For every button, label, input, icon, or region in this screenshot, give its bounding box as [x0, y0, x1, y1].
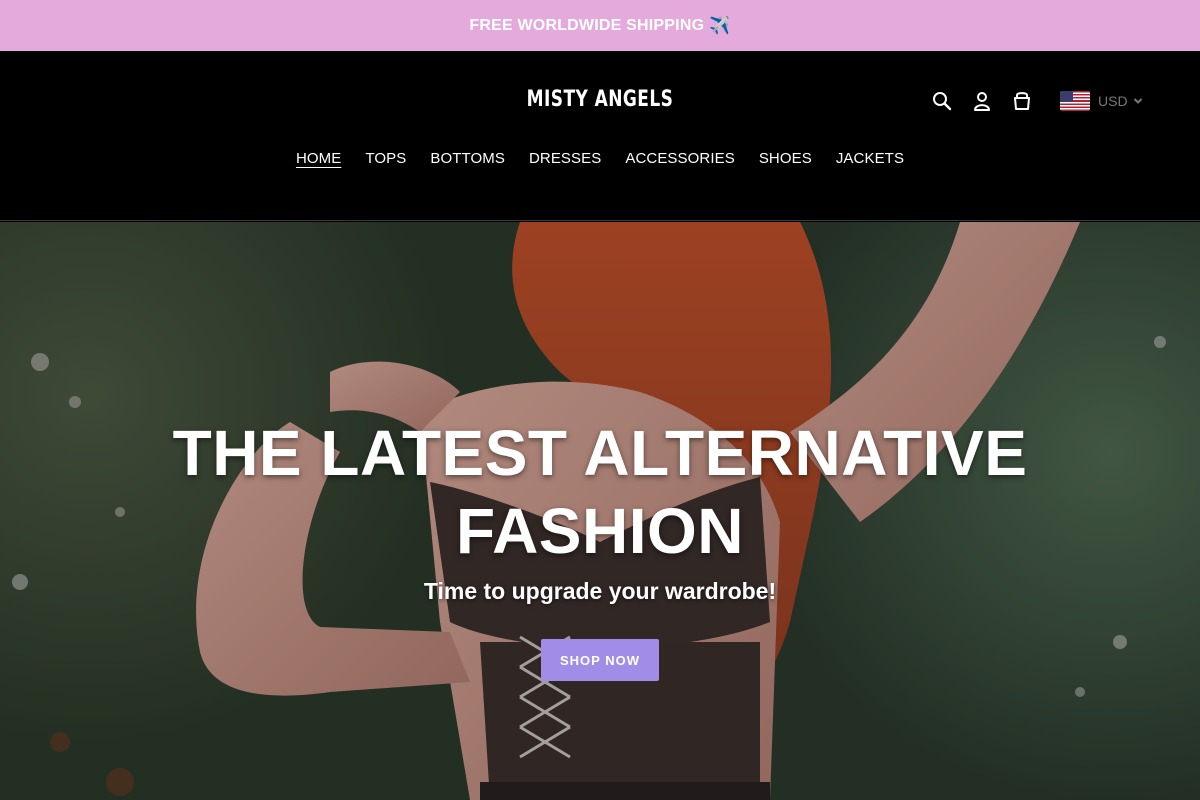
hero-subtitle: Time to upgrade your wardrobe!	[423, 578, 777, 604]
currency-code: USD	[1098, 93, 1128, 109]
nav-item-accessories[interactable]: ACCESSORIES	[625, 150, 734, 167]
us-flag-icon	[1060, 91, 1090, 111]
account-icon[interactable]	[970, 89, 994, 113]
main-navigation: HOME TOPS BOTTOMS DRESSES ACCESSORIES SH…	[0, 150, 1200, 167]
nav-item-home[interactable]: HOME	[296, 150, 341, 167]
nav-item-jackets[interactable]: JACKETS	[836, 150, 904, 167]
nav-item-tops[interactable]: TOPS	[365, 150, 406, 167]
nav-item-bottoms[interactable]: BOTTOMS	[430, 150, 505, 167]
airplane-icon: ✈️	[709, 15, 731, 35]
header-icons: USD	[930, 89, 1143, 113]
nav-item-shoes[interactable]: SHOES	[759, 150, 812, 167]
nav-item-dresses[interactable]: DRESSES	[529, 150, 601, 167]
hero-banner: THE LATEST ALTERNATIVE FASHION Time to u…	[0, 222, 1200, 800]
shop-now-button[interactable]: SHOP NOW	[541, 639, 659, 681]
site-header: MISTY ANGELS USD HOME TOPS BOTTOMS DRESS…	[0, 51, 1200, 221]
currency-selector[interactable]: USD	[1060, 91, 1143, 111]
search-icon[interactable]	[930, 89, 954, 113]
chevron-down-icon	[1133, 96, 1143, 106]
announcement-text: FREE WORLDWIDE SHIPPING	[469, 16, 705, 34]
hero-title: THE LATEST ALTERNATIVE FASHION	[172, 417, 1028, 567]
cart-icon[interactable]	[1010, 89, 1034, 113]
announcement-bar: FREE WORLDWIDE SHIPPING ✈️	[0, 0, 1200, 51]
